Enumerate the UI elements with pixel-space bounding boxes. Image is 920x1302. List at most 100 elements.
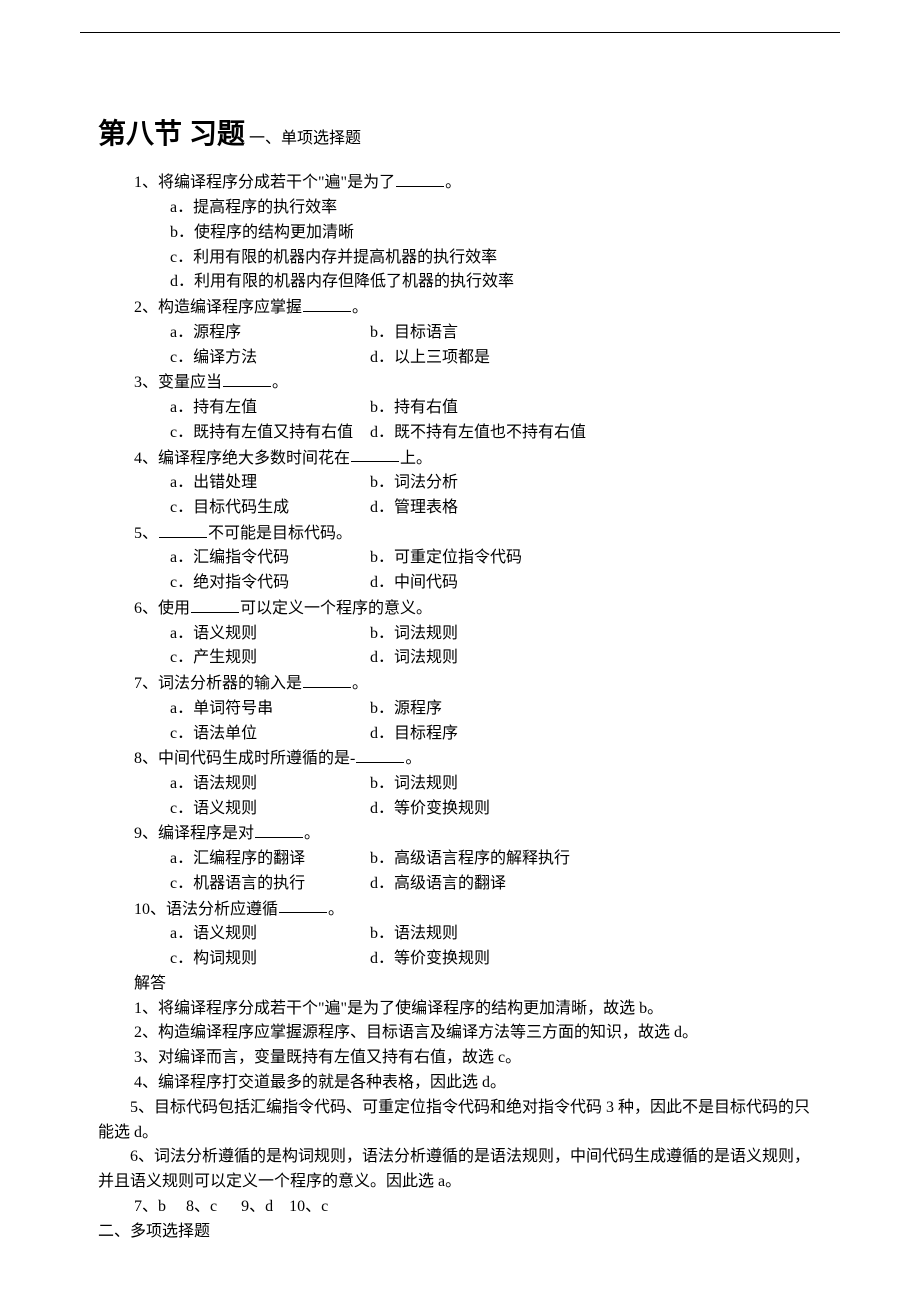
option-item: d．目标程序 — [370, 722, 630, 747]
question-stem: 8、中间代码生成时所遵循的是-。 — [134, 746, 840, 772]
section-2-heading: 二、多项选择题 — [98, 1220, 840, 1245]
option-item: d．既不持有左值也不持有右值 — [370, 421, 630, 446]
option-item: a．源程序 — [170, 321, 370, 346]
option-item: c．既持有左值又持有右值 — [170, 421, 370, 446]
option-item: c．机器语言的执行 — [170, 872, 370, 897]
fill-blank — [223, 370, 271, 387]
question-stem: 7、词法分析器的输入是。 — [134, 671, 840, 697]
section-title-sub: 一、单项选择题 — [249, 130, 361, 147]
answers-short: 7、b 8、c 9、d 10、c — [134, 1195, 840, 1220]
answer-line: 1、将编译程序分成若干个"遍"是为了使编译程序的结构更加清晰，故选 b。 — [134, 997, 840, 1022]
answers-block: 1、将编译程序分成若干个"遍"是为了使编译程序的结构更加清晰，故选 b。2、构造… — [80, 997, 840, 1096]
option-row: c．产生规则d．词法规则 — [170, 646, 840, 671]
option-item: d．管理表格 — [370, 496, 630, 521]
option-item: d．利用有限的机器内存但降低了机器的执行效率 — [170, 270, 840, 295]
fill-blank — [351, 446, 399, 463]
question-stem: 1、将编译程序分成若干个"遍"是为了。 — [134, 170, 840, 196]
fill-blank — [279, 897, 327, 914]
option-item: d．中间代码 — [370, 571, 630, 596]
option-row: a．汇编指令代码b．可重定位指令代码 — [170, 546, 840, 571]
option-item: c．编译方法 — [170, 346, 370, 371]
option-row: c．目标代码生成d．管理表格 — [170, 496, 840, 521]
option-item: a．汇编指令代码 — [170, 546, 370, 571]
option-row: a．语法规则b．词法规则 — [170, 772, 840, 797]
option-row: c．编译方法d．以上三项都是 — [170, 346, 840, 371]
option-item: b．词法分析 — [370, 471, 630, 496]
option-item: b．高级语言程序的解释执行 — [370, 847, 630, 872]
option-block: a．单词符号串b．源程序c．语法单位d．目标程序 — [170, 697, 840, 747]
option-item: a．持有左值 — [170, 396, 370, 421]
fill-blank — [255, 821, 303, 838]
answer-line: 2、构造编译程序应掌握源程序、目标语言及编译方法等三方面的知识，故选 d。 — [134, 1021, 840, 1046]
option-row: c．构词规则d．等价变换规则 — [170, 947, 840, 972]
fill-blank — [303, 295, 351, 312]
option-row: c．绝对指令代码d．中间代码 — [170, 571, 840, 596]
option-item: b．语法规则 — [370, 922, 630, 947]
answer-paragraph: 6、词法分析遵循的是构词规则，语法分析遵循的是语法规则，中间代码生成遵循的是语义… — [80, 1145, 840, 1195]
section-heading: 第八节 习题一、单项选择题 — [98, 113, 840, 156]
question-stem: 9、编译程序是对。 — [134, 821, 840, 847]
option-row: a．语义规则b．词法规则 — [170, 622, 840, 647]
questions-block: 1、将编译程序分成若干个"遍"是为了。a．提高程序的执行效率b．使程序的结构更加… — [80, 170, 840, 971]
option-row: c．语法单位d．目标程序 — [170, 722, 840, 747]
option-item: b．可重定位指令代码 — [370, 546, 630, 571]
option-block: a．语法规则b．词法规则c．语义规则d．等价变换规则 — [170, 772, 840, 822]
option-item: c．绝对指令代码 — [170, 571, 370, 596]
option-row: a．出错处理b．词法分析 — [170, 471, 840, 496]
option-item: c．利用有限的机器内存并提高机器的执行效率 — [170, 246, 840, 271]
option-row: a．源程序b．目标语言 — [170, 321, 840, 346]
answers-para-block: 5、目标代码包括汇编指令代码、可重定位指令代码和绝对指令代码 3 种，因此不是目… — [80, 1096, 840, 1195]
option-block: a．提高程序的执行效率b．使程序的结构更加清晰c．利用有限的机器内存并提高机器的… — [170, 196, 840, 295]
option-row: a．语义规则b．语法规则 — [170, 922, 840, 947]
option-item: a．语法规则 — [170, 772, 370, 797]
option-item: b．词法规则 — [370, 622, 630, 647]
fill-blank — [356, 746, 404, 763]
option-block: a．出错处理b．词法分析c．目标代码生成d．管理表格 — [170, 471, 840, 521]
option-row: a．单词符号串b．源程序 — [170, 697, 840, 722]
fill-blank — [159, 521, 207, 538]
question-stem: 2、构造编译程序应掌握。 — [134, 295, 840, 321]
option-item: a．语义规则 — [170, 922, 370, 947]
option-block: a．源程序b．目标语言c．编译方法d．以上三项都是 — [170, 321, 840, 371]
answer-paragraph: 5、目标代码包括汇编指令代码、可重定位指令代码和绝对指令代码 3 种，因此不是目… — [80, 1096, 840, 1146]
answer-line: 4、编译程序打交道最多的就是各种表格，因此选 d。 — [134, 1071, 840, 1096]
option-item: a．单词符号串 — [170, 697, 370, 722]
option-item: a．语义规则 — [170, 622, 370, 647]
answers-heading: 解答 — [134, 972, 840, 997]
option-item: a．出错处理 — [170, 471, 370, 496]
page-container: 第八节 习题一、单项选择题 1、将编译程序分成若干个"遍"是为了。a．提高程序的… — [80, 32, 840, 1245]
option-item: d．等价变换规则 — [370, 797, 630, 822]
question-stem: 4、编译程序绝大多数时间花在上。 — [134, 446, 840, 472]
question-stem: 5、不可能是目标代码。 — [134, 521, 840, 547]
option-item: a．提高程序的执行效率 — [170, 196, 840, 221]
option-item: c．构词规则 — [170, 947, 370, 972]
option-item: d．词法规则 — [370, 646, 630, 671]
option-block: a．汇编程序的翻译b．高级语言程序的解释执行c．机器语言的执行d．高级语言的翻译 — [170, 847, 840, 897]
answer-line: 3、对编译而言，变量既持有左值又持有右值，故选 c。 — [134, 1046, 840, 1071]
option-item: b．持有右值 — [370, 396, 630, 421]
option-block: a．语义规则b．语法规则c．构词规则d．等价变换规则 — [170, 922, 840, 972]
option-item: b．使程序的结构更加清晰 — [170, 221, 840, 246]
question-stem: 10、语法分析应遵循。 — [134, 897, 840, 923]
option-item: d．高级语言的翻译 — [370, 872, 630, 897]
option-item: c．目标代码生成 — [170, 496, 370, 521]
option-row: a．汇编程序的翻译b．高级语言程序的解释执行 — [170, 847, 840, 872]
option-item: c．产生规则 — [170, 646, 370, 671]
option-row: c．机器语言的执行d．高级语言的翻译 — [170, 872, 840, 897]
option-item: b．词法规则 — [370, 772, 630, 797]
option-block: a．汇编指令代码b．可重定位指令代码c．绝对指令代码d．中间代码 — [170, 546, 840, 596]
option-item: b．目标语言 — [370, 321, 630, 346]
option-item: d．以上三项都是 — [370, 346, 630, 371]
option-item: b．源程序 — [370, 697, 630, 722]
option-row: c．语义规则d．等价变换规则 — [170, 797, 840, 822]
option-item: c．语法单位 — [170, 722, 370, 747]
question-stem: 3、变量应当。 — [134, 370, 840, 396]
section-title-main: 第八节 习题 — [98, 119, 245, 150]
option-item: c．语义规则 — [170, 797, 370, 822]
option-item: a．汇编程序的翻译 — [170, 847, 370, 872]
fill-blank — [396, 170, 444, 187]
fill-blank — [303, 671, 351, 688]
option-row: c．既持有左值又持有右值d．既不持有左值也不持有右值 — [170, 421, 840, 446]
fill-blank — [191, 596, 239, 613]
option-block: a．语义规则b．词法规则c．产生规则d．词法规则 — [170, 622, 840, 672]
